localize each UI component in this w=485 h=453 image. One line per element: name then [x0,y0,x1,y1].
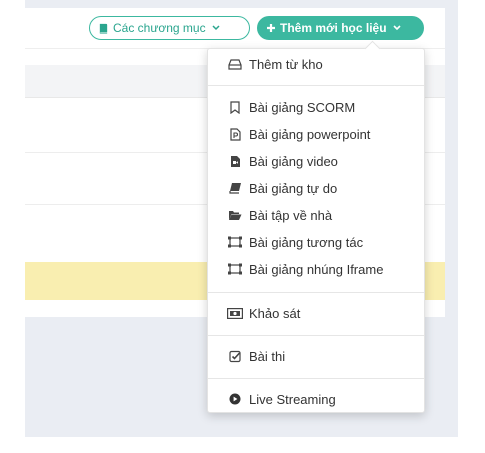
menu-item-label: Thêm từ kho [249,56,323,72]
menu-item-label: Bài giảng video [249,153,338,169]
categories-label: Các chương mục [113,21,206,35]
menu-item-homework[interactable]: Bài tập về nhà [208,202,424,228]
play-circle-icon [227,392,243,406]
add-material-label: Thêm mới học liệu [280,21,387,35]
book-icon [227,181,243,195]
video-file-icon [227,154,243,168]
menu-item-live-streaming[interactable]: Live Streaming [208,386,424,412]
menu-divider [208,378,424,379]
menu-item-interactive[interactable]: Bài giảng tương tác [208,229,424,255]
menu-item-powerpoint[interactable]: Bài giảng powerpoint [208,121,424,147]
menu-divider [208,292,424,293]
menu-item-label: Khảo sát [249,305,301,321]
interactive-icon [227,235,243,249]
folder-open-icon [227,208,243,222]
powerpoint-file-icon [227,127,243,141]
add-material-dropdown: Thêm từ kho Bài giảng SCORM Bài giảng po… [207,48,425,413]
plus-icon [266,23,276,33]
menu-item-label: Bài giảng nhúng Iframe [249,261,384,277]
menu-item-scorm[interactable]: Bài giảng SCORM [208,94,424,120]
menu-item-iframe[interactable]: Bài giảng nhúng Iframe [208,256,424,282]
menu-item-survey[interactable]: Khảo sát [208,300,424,326]
bookmark-icon [227,100,243,114]
chevron-down-icon [392,25,401,31]
chevron-down-icon [212,25,220,31]
menu-item-label: Bài tập về nhà [249,207,333,223]
book-icon [98,23,109,34]
menu-item-label: Live Streaming [249,391,336,407]
menu-item-free-lecture[interactable]: Bài giảng tự do [208,175,424,201]
menu-item-label: Bài giảng powerpoint [249,126,371,142]
menu-item-label: Bài thi [249,348,286,364]
menu-item-video[interactable]: Bài giảng video [208,148,424,174]
categories-button[interactable]: Các chương mục [89,16,250,40]
add-material-button[interactable]: Thêm mới học liệu [257,16,424,40]
menu-item-label: Bài giảng tự do [249,180,338,196]
menu-item-label: Bài giảng SCORM [249,99,356,115]
hdd-icon [227,57,243,71]
menu-item-exam[interactable]: Bài thi [208,343,424,369]
menu-item-from-library[interactable]: Thêm từ kho [208,51,424,77]
menu-divider [208,335,424,336]
menu-item-label: Bài giảng tương tác [249,234,364,250]
check-square-icon [227,349,243,363]
iframe-icon [227,262,243,276]
menu-divider [208,85,424,86]
survey-icon [227,306,243,320]
